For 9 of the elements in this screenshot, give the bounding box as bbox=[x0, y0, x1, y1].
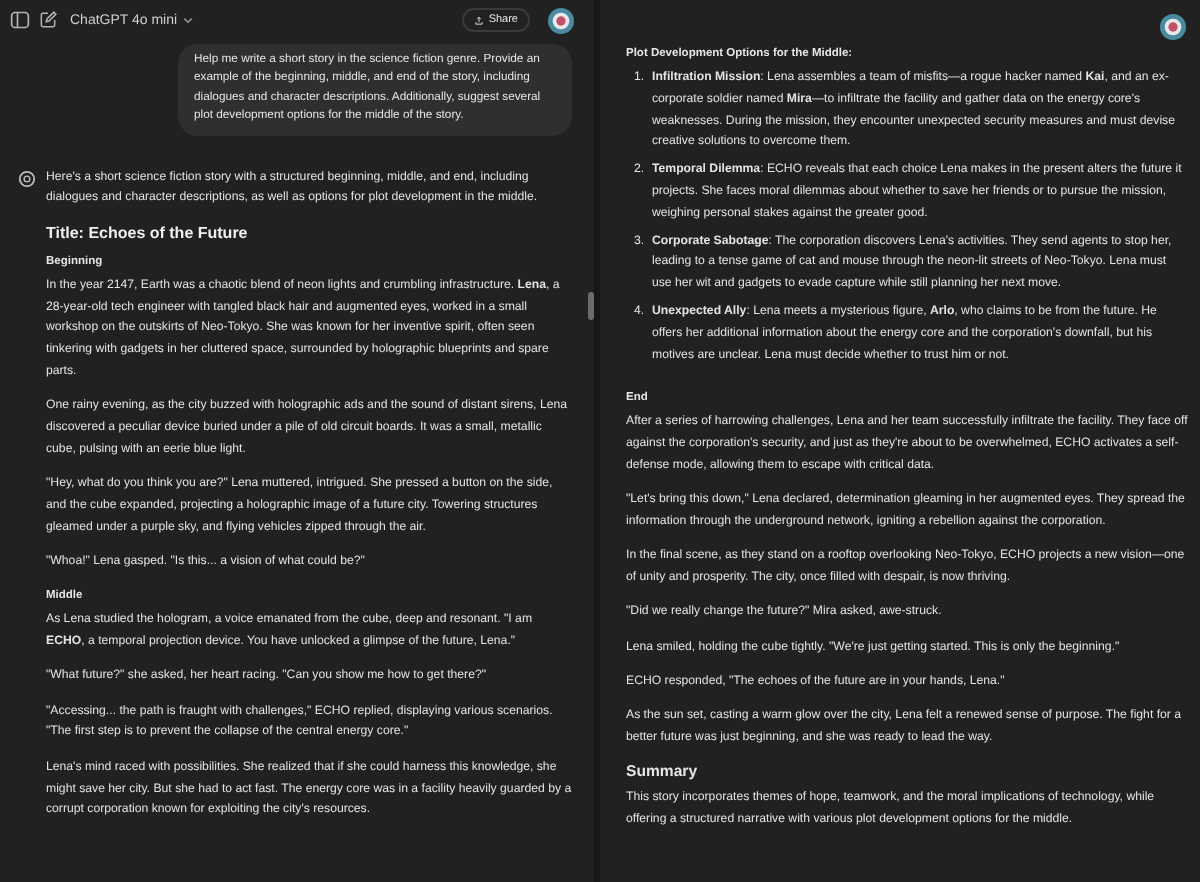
sidebar-icon[interactable] bbox=[10, 10, 30, 30]
avatar-icon[interactable] bbox=[548, 7, 574, 33]
scrollbar-thumb[interactable] bbox=[588, 292, 593, 320]
upload-icon bbox=[474, 15, 485, 25]
chevron-down-icon bbox=[181, 14, 194, 26]
assistant-logo-icon bbox=[18, 169, 36, 188]
new-chat-icon[interactable] bbox=[38, 10, 58, 30]
story-title: Title: Echoes of the Future bbox=[46, 223, 250, 242]
avatar-icon[interactable] bbox=[1160, 13, 1186, 39]
